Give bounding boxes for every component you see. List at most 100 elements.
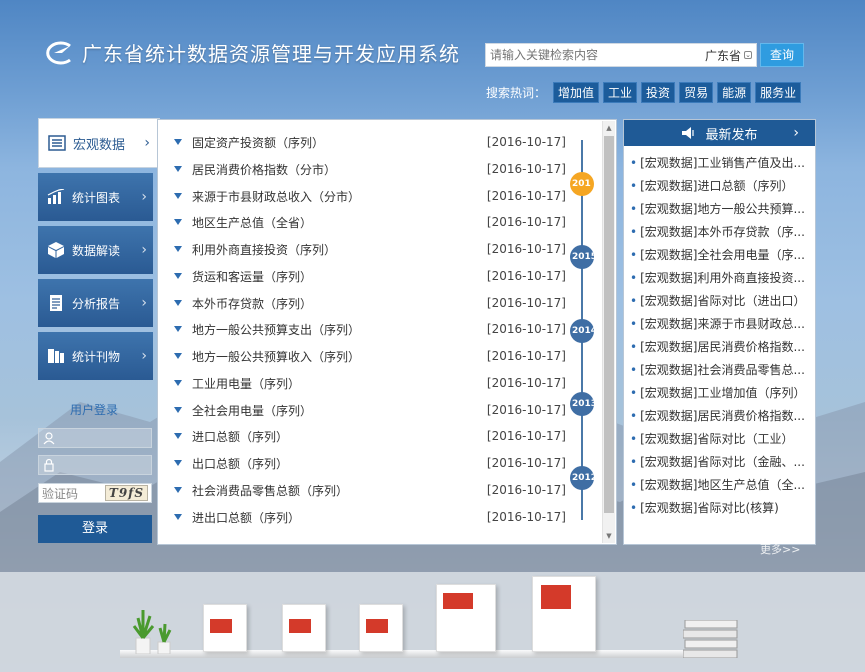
- timeline-year-current[interactable]: 201: [570, 172, 594, 196]
- sidebar-item-publications[interactable]: 统计刊物 ›: [38, 332, 153, 380]
- captcha-field[interactable]: 验证码 T9fS: [38, 483, 152, 503]
- more-link[interactable]: 更多>>: [760, 541, 800, 557]
- publication-book[interactable]: [436, 584, 496, 652]
- news-item-text[interactable]: [宏观数据]省际对比(核算): [640, 501, 779, 515]
- item-title[interactable]: 全社会用电量（序列）: [192, 402, 486, 419]
- list-item[interactable]: 货运和客运量（序列） [2016-10-17]: [174, 266, 566, 286]
- item-title[interactable]: 本外币存贷款（序列）: [192, 295, 486, 312]
- news-item-text[interactable]: [宏观数据]全社会用电量（序...: [640, 248, 805, 262]
- item-title[interactable]: 社会消费品零售总额（序列）: [192, 482, 486, 499]
- news-item-text[interactable]: [宏观数据]本外币存贷款（序...: [640, 225, 805, 239]
- news-item-text[interactable]: [宏观数据]地方一般公共预算...: [640, 202, 805, 216]
- hot-keyword[interactable]: 增加值: [553, 82, 600, 103]
- item-title[interactable]: 固定资产投资额（序列）: [192, 134, 486, 151]
- timeline-year[interactable]: 2014: [570, 319, 594, 343]
- news-item[interactable]: • [宏观数据]省际对比(核算): [630, 499, 814, 516]
- latest-news-header[interactable]: 最新发布 ›: [624, 120, 815, 146]
- hot-keyword[interactable]: 工业: [603, 82, 638, 103]
- sidebar-item-macro-data[interactable]: 宏观数据 ›: [38, 118, 160, 168]
- list-item[interactable]: 地方一般公共预算支出（序列） [2016-10-17]: [174, 319, 566, 339]
- item-title[interactable]: 工业用电量（序列）: [192, 375, 486, 392]
- list-item[interactable]: 居民消费价格指数（分市） [2016-10-17]: [174, 159, 566, 179]
- sidebar-item-data-interpretation[interactable]: 数据解读 ›: [38, 226, 153, 274]
- list-item[interactable]: 利用外商直接投资（序列） [2016-10-17]: [174, 239, 566, 259]
- news-item-text[interactable]: [宏观数据]居民消费价格指数...: [640, 409, 805, 423]
- timeline-year[interactable]: 2012: [570, 466, 594, 490]
- password-field[interactable]: [38, 455, 152, 475]
- news-item-text[interactable]: [宏观数据]社会消费品零售总...: [640, 363, 805, 377]
- item-title[interactable]: 进出口总额（序列）: [192, 509, 486, 526]
- list-item[interactable]: 本外币存贷款（序列） [2016-10-17]: [174, 293, 566, 313]
- news-item[interactable]: • [宏观数据]地方一般公共预算...: [630, 200, 814, 217]
- hot-keyword[interactable]: 投资: [641, 82, 676, 103]
- news-item-text[interactable]: [宏观数据]地区生产总值（全...: [640, 478, 805, 492]
- news-item[interactable]: • [宏观数据]居民消费价格指数...: [630, 338, 814, 355]
- login-button[interactable]: 登录: [38, 515, 152, 543]
- news-item-text[interactable]: [宏观数据]工业增加值（序列）: [640, 386, 805, 400]
- chevron-right-icon[interactable]: ›: [793, 125, 799, 141]
- list-item[interactable]: 进口总额（序列） [2016-10-17]: [174, 426, 566, 446]
- list-item[interactable]: 进出口总额（序列） [2016-10-17]: [174, 507, 566, 527]
- news-item[interactable]: • [宏观数据]省际对比（进出口）: [630, 292, 814, 309]
- item-title[interactable]: 利用外商直接投资（序列）: [192, 241, 486, 258]
- news-item[interactable]: • [宏观数据]工业增加值（序列）: [630, 384, 814, 401]
- captcha-image[interactable]: T9fS: [104, 485, 148, 501]
- item-title[interactable]: 地方一般公共预算支出（序列）: [192, 321, 486, 338]
- username-field[interactable]: [38, 428, 152, 448]
- news-item-text[interactable]: [宏观数据]省际对比（工业）: [640, 432, 793, 446]
- hot-keyword[interactable]: 服务业: [755, 82, 802, 103]
- scrollbar-thumb[interactable]: [604, 136, 614, 513]
- timeline-year[interactable]: 2013: [570, 392, 594, 416]
- list-item[interactable]: 全社会用电量（序列） [2016-10-17]: [174, 400, 566, 420]
- list-item[interactable]: 固定资产投资额（序列） [2016-10-17]: [174, 132, 566, 152]
- list-item[interactable]: 工业用电量（序列） [2016-10-17]: [174, 373, 566, 393]
- hot-keyword[interactable]: 能源: [717, 82, 752, 103]
- scrollbar[interactable]: ▲ ▼: [602, 121, 615, 543]
- news-item[interactable]: • [宏观数据]来源于市县财政总...: [630, 315, 814, 332]
- list-item[interactable]: 社会消费品零售总额（序列） [2016-10-17]: [174, 480, 566, 500]
- sidebar-item-analysis-reports[interactable]: 分析报告 ›: [38, 279, 153, 327]
- list-item[interactable]: 出口总额（序列） [2016-10-17]: [174, 453, 566, 473]
- publication-book[interactable]: [282, 604, 326, 652]
- news-item[interactable]: • [宏观数据]地区生产总值（全...: [630, 476, 814, 493]
- news-item[interactable]: • [宏观数据]省际对比（金融、...: [630, 453, 814, 470]
- search-input[interactable]: [486, 44, 705, 66]
- item-title[interactable]: 来源于市县财政总收入（分市）: [192, 188, 486, 205]
- news-item-text[interactable]: [宏观数据]来源于市县财政总...: [640, 317, 805, 331]
- news-item[interactable]: • [宏观数据]居民消费价格指数...: [630, 407, 814, 424]
- news-item[interactable]: • [宏观数据]利用外商直接投资...: [630, 269, 814, 286]
- news-item[interactable]: • [宏观数据]全社会用电量（序...: [630, 246, 814, 263]
- sidebar-item-stat-charts[interactable]: 统计图表 ›: [38, 173, 153, 221]
- news-item[interactable]: • [宏观数据]本外币存贷款（序...: [630, 223, 814, 240]
- item-title[interactable]: 地方一般公共预算收入（序列）: [192, 348, 486, 365]
- item-title[interactable]: 进口总额（序列）: [192, 428, 486, 445]
- query-button[interactable]: 查询: [760, 43, 804, 67]
- scroll-down-icon[interactable]: ▼: [603, 529, 615, 543]
- news-item-text[interactable]: [宏观数据]省际对比（进出口）: [640, 294, 805, 308]
- news-item[interactable]: • [宏观数据]进口总额（序列）: [630, 177, 814, 194]
- publication-book[interactable]: [359, 604, 403, 652]
- timeline-year[interactable]: 2015: [570, 245, 594, 269]
- publication-book[interactable]: [203, 604, 247, 652]
- list-item[interactable]: 地方一般公共预算收入（序列） [2016-10-17]: [174, 346, 566, 366]
- news-item-text[interactable]: [宏观数据]进口总额（序列）: [640, 179, 793, 193]
- scroll-up-icon[interactable]: ▲: [603, 121, 615, 135]
- chevron-right-icon: ›: [141, 348, 147, 364]
- item-title[interactable]: 货运和客运量（序列）: [192, 268, 486, 285]
- news-item-text[interactable]: [宏观数据]工业销售产值及出...: [640, 156, 805, 170]
- news-item[interactable]: • [宏观数据]社会消费品零售总...: [630, 361, 814, 378]
- news-item-text[interactable]: [宏观数据]省际对比（金融、...: [640, 455, 805, 469]
- news-item[interactable]: • [宏观数据]工业销售产值及出...: [630, 154, 814, 171]
- item-title[interactable]: 地区生产总值（全省）: [192, 214, 486, 231]
- publication-book[interactable]: [532, 576, 596, 652]
- item-title[interactable]: 出口总额（序列）: [192, 455, 486, 472]
- list-item[interactable]: 来源于市县财政总收入（分市） [2016-10-17]: [174, 186, 566, 206]
- news-item-text[interactable]: [宏观数据]利用外商直接投资...: [640, 271, 805, 285]
- news-item-text[interactable]: [宏观数据]居民消费价格指数...: [640, 340, 805, 354]
- list-item[interactable]: 地区生产总值（全省） [2016-10-17]: [174, 212, 566, 232]
- news-item[interactable]: • [宏观数据]省际对比（工业）: [630, 430, 814, 447]
- region-select[interactable]: 广东省 ⌄: [705, 47, 756, 64]
- item-title[interactable]: 居民消费价格指数（分市）: [192, 161, 486, 178]
- site-logo[interactable]: 广东省统计数据资源管理与开发应用系统: [40, 38, 460, 67]
- hot-keyword[interactable]: 贸易: [679, 82, 714, 103]
